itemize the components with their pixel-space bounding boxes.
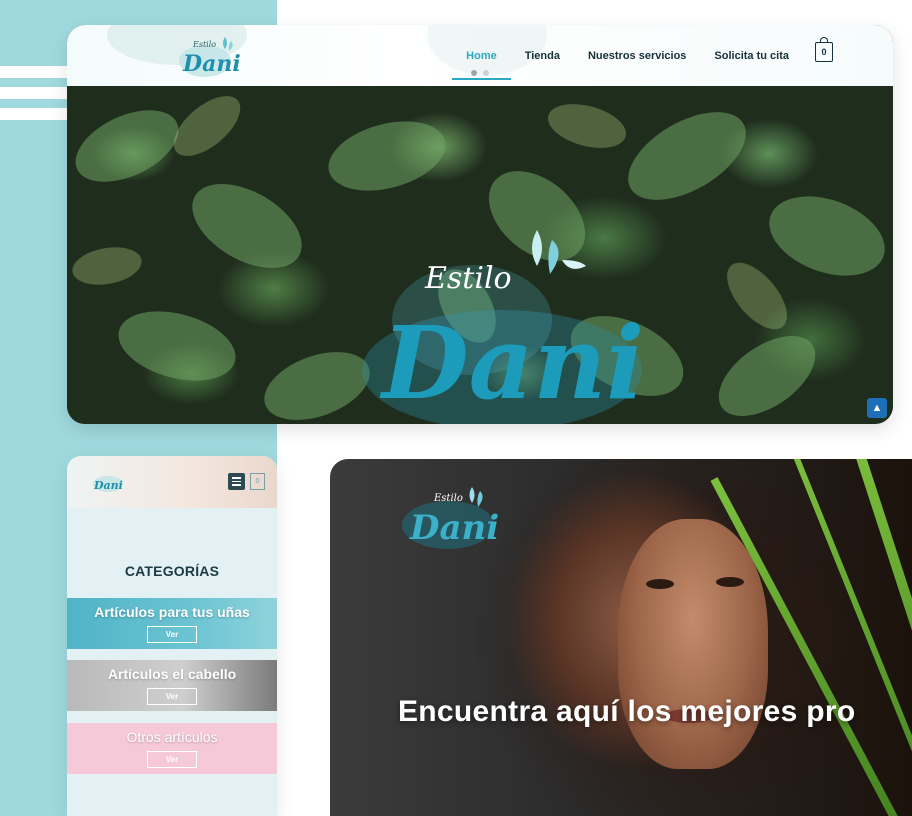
decorative-stripe [0, 108, 70, 120]
model-eye [646, 579, 674, 589]
hero-headline: Encuentra aquí los mejores pro [398, 695, 856, 728]
hero-logo: Estilo Dani [362, 230, 644, 424]
slider-dot[interactable] [483, 70, 489, 76]
logo-name-text: Dani [182, 51, 241, 77]
mobile-logo-name: Dani [93, 479, 123, 492]
category-ver-button[interactable]: Ver [147, 688, 197, 705]
mobile-header: Dani 0 [67, 456, 277, 508]
category-card-otros[interactable]: Otros artículos Ver [67, 723, 277, 774]
category-label: Otros artículos [126, 729, 218, 745]
category-card-unas[interactable]: Artículos para tus uñas Ver [67, 598, 277, 649]
logo-script-text: Estilo [192, 40, 216, 49]
mobile-logo[interactable]: Dani [91, 468, 125, 494]
slider-dot[interactable] [471, 70, 477, 76]
hero-banner-logo: Estilo Dani [402, 487, 498, 549]
scroll-to-top-button[interactable]: ▲ [867, 398, 887, 418]
nav-servicios[interactable]: Nuestros servicios [586, 46, 688, 66]
desktop-site-mockup: Estilo Dani Home Tienda Nuestros servici… [67, 25, 893, 424]
hero-logo-name: Dani [379, 304, 644, 422]
cart-icon[interactable]: 0 [815, 37, 833, 62]
hero-banner-logo-script: Estilo [433, 493, 463, 504]
category-ver-button[interactable]: Ver [147, 626, 197, 643]
decorative-stripe [0, 66, 70, 78]
main-navigation: Home Tienda Nuestros servicios Solicita … [452, 25, 791, 86]
hero-logo-script: Estilo [424, 261, 512, 296]
site-header: Estilo Dani Home Tienda Nuestros servici… [67, 25, 893, 86]
hero-banner-mockup: Estilo Dani Encuentra aquí los mejores p… [330, 459, 912, 816]
category-ver-button[interactable]: Ver [147, 751, 197, 768]
hero-banner-logo-name: Dani [409, 508, 498, 548]
model-face-image [618, 519, 768, 769]
category-card-cabello[interactable]: Artículos el cabello Ver [67, 660, 277, 711]
grass-blade [790, 459, 912, 816]
mobile-cart-count: 0 [255, 478, 260, 485]
nav-solicita-cita[interactable]: Solicita tu cita [712, 46, 791, 66]
hamburger-menu-icon[interactable] [228, 473, 245, 490]
categories-title: CATEGORÍAS [124, 563, 220, 579]
decorative-stripe [0, 87, 70, 99]
slider-dots [471, 70, 489, 76]
site-logo[interactable]: Estilo Dani [175, 31, 241, 79]
mobile-site-mockup: Dani 0 CATEGORÍAS Artículos para tus uña… [67, 456, 277, 816]
category-label: Artículos el cabello [107, 666, 237, 682]
nav-home[interactable]: Home [452, 46, 511, 80]
chevron-up-icon: ▲ [871, 402, 883, 414]
nav-tienda[interactable]: Tienda [523, 46, 562, 66]
mobile-cart-icon[interactable]: 0 [250, 473, 265, 490]
category-label: Artículos para tus uñas [94, 604, 250, 620]
model-eye [716, 577, 744, 587]
cart-count: 0 [821, 47, 827, 57]
